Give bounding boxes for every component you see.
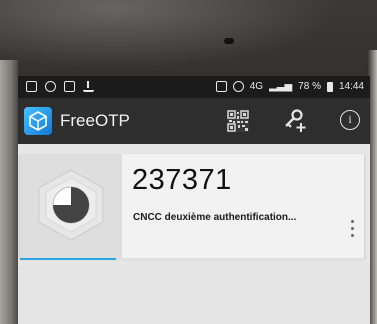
app-title: FreeOTP (60, 111, 130, 130)
image-icon (26, 81, 37, 92)
token-timer-icon (38, 169, 104, 241)
token-card[interactable]: 237371 CNCC deuxième authentification... (20, 154, 364, 258)
chat-icon (45, 81, 56, 92)
network-type: 4G (249, 81, 264, 92)
signal-icon: ▂▃▅ (269, 81, 293, 92)
freeotp-logo-icon (24, 107, 52, 135)
empty-list-area (18, 266, 370, 324)
mail-icon (64, 81, 75, 92)
otp-code[interactable]: 237371 (132, 164, 232, 197)
battery-icon (326, 81, 333, 92)
token-timer-image (20, 154, 122, 258)
status-bar: 4G ▂▃▅ 78 % 14:44 (18, 76, 370, 98)
token-progress-fill (20, 258, 116, 260)
qr-code-icon[interactable] (226, 109, 250, 133)
photo-glare (0, 0, 377, 80)
notification-icons (26, 81, 94, 92)
phone-edge-left (0, 60, 18, 324)
battery-percent: 78 % (298, 81, 321, 92)
token-progress (20, 258, 364, 260)
token-label: CNCC deuxième authentification... (133, 212, 297, 223)
overflow-menu-icon[interactable] (346, 218, 358, 240)
system-icons: 4G ▂▃▅ 78 % 14:44 (215, 81, 364, 92)
alarm-icon (232, 81, 244, 92)
download-icon (83, 81, 94, 92)
app-bar: FreeOTP i (18, 98, 370, 144)
add-key-icon[interactable] (282, 108, 308, 134)
clock: 14:44 (338, 81, 364, 92)
info-icon[interactable]: i (340, 110, 360, 130)
phone-screen: 4G ▂▃▅ 78 % 14:44 FreeOTP i 237371 CNCC … (18, 76, 370, 324)
proximity-sensor (224, 38, 234, 44)
vibrate-icon (215, 81, 227, 92)
